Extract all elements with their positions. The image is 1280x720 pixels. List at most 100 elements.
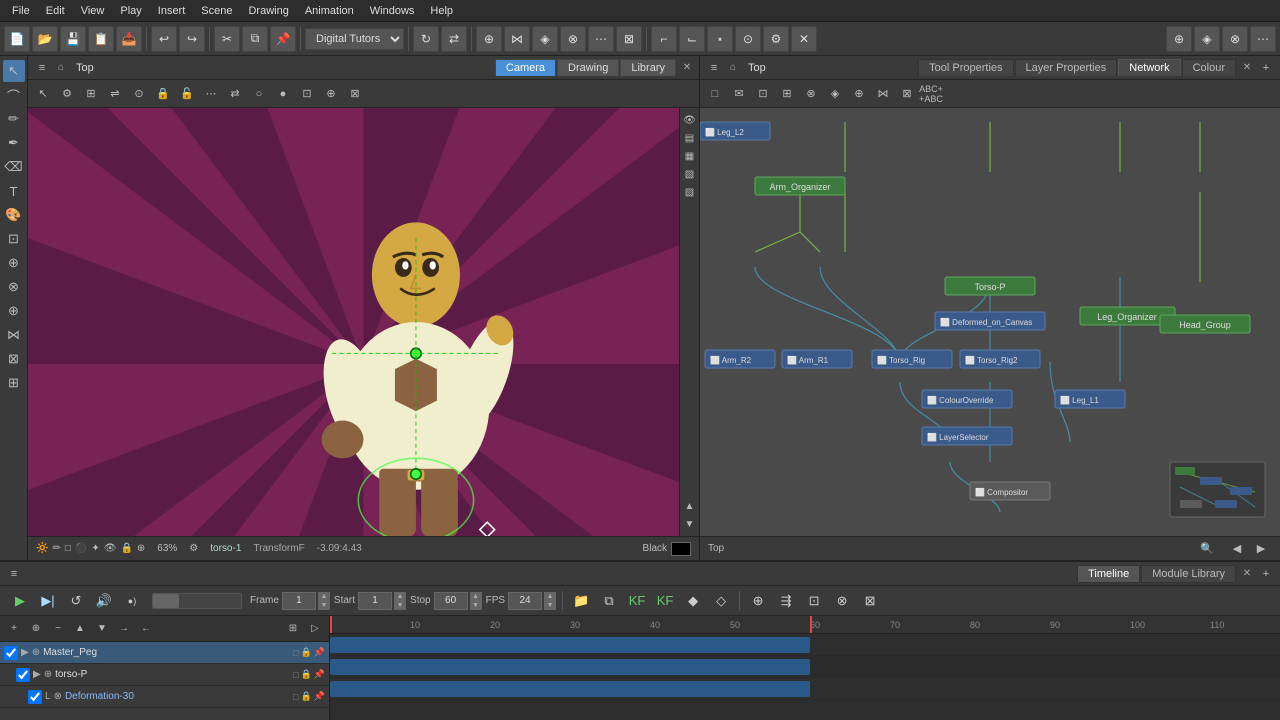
fps-input[interactable] — [508, 592, 542, 610]
add-layer-btn[interactable]: + — [4, 619, 24, 639]
layer-pin-master-peg[interactable]: 📌 — [314, 647, 325, 658]
ik-button[interactable]: ⌐ — [651, 26, 677, 52]
select-tool[interactable]: ↖ — [3, 60, 25, 82]
menu-scene[interactable]: Scene — [193, 3, 240, 19]
layer-v-deformation[interactable]: 🔒 — [301, 691, 312, 702]
bg-color-swatch[interactable] — [671, 542, 691, 556]
fps-spinner[interactable]: ▲ ▼ — [544, 592, 556, 610]
loop-button[interactable]: ↺ — [64, 589, 88, 613]
vp-grid-btn[interactable]: ⊞ — [80, 83, 102, 105]
extra-btn-2[interactable]: ◈ — [1194, 26, 1220, 52]
new-button[interactable]: 📄 — [4, 26, 30, 52]
folder-btn[interactable]: 📁 — [569, 589, 593, 613]
network-merge-btn[interactable]: ⊞ — [776, 83, 798, 105]
eraser-tool[interactable]: ⌫ — [3, 156, 25, 178]
canvas-scroll-up[interactable]: ▲ — [682, 498, 698, 514]
safe-motion-button[interactable]: ●) — [120, 589, 144, 613]
transform-button[interactable]: ⊕ — [476, 26, 502, 52]
snap-btn[interactable]: ⊡ — [802, 589, 826, 613]
deform-button[interactable]: ⊗ — [560, 26, 586, 52]
network-bone-btn[interactable]: ⊗ — [800, 83, 822, 105]
save-button[interactable]: 💾 — [60, 26, 86, 52]
start-input[interactable] — [358, 592, 392, 610]
move-up-btn[interactable]: ▲ — [70, 619, 90, 639]
layer-pin-torso-p[interactable]: 📌 — [314, 669, 325, 680]
vp-shadow-btn[interactable]: ● — [272, 83, 294, 105]
network-abc-btn[interactable]: ABC++ABC — [920, 83, 942, 105]
animate-button[interactable]: ◈ — [532, 26, 558, 52]
remove-keyframe-btn[interactable]: KF — [653, 589, 677, 613]
tab-tool-properties[interactable]: Tool Properties — [918, 59, 1013, 76]
import-button[interactable]: 📥 — [116, 26, 142, 52]
extra-btn-1[interactable]: ⊕ — [1166, 26, 1192, 52]
next-frame-button[interactable]: ▶| — [36, 589, 60, 613]
canvas-scroll-down[interactable]: ▼ — [682, 516, 698, 532]
timeline-expand-btn[interactable]: + — [1256, 564, 1276, 584]
rigging-button[interactable]: ⋈ — [504, 26, 530, 52]
vp-safe-frame-btn[interactable]: ⊠ — [344, 83, 366, 105]
timeline-close-btn[interactable]: ✕ — [1239, 566, 1255, 582]
right-search-btn[interactable]: 🔍 — [1196, 538, 1218, 560]
stop-input[interactable] — [434, 592, 468, 610]
pose-button[interactable]: ⋆ — [707, 26, 733, 52]
contour-tool[interactable]: ⌒ — [3, 84, 25, 106]
keyframe-ease-btn[interactable]: ◆ — [681, 589, 705, 613]
menu-edit[interactable]: Edit — [38, 3, 73, 19]
indent-btn[interactable]: → — [114, 619, 134, 639]
menu-drawing[interactable]: Drawing — [240, 3, 296, 19]
close-toolbar-btn[interactable]: ✕ — [791, 26, 817, 52]
extra-btn-3[interactable]: ⊗ — [1222, 26, 1248, 52]
extra-tl-1[interactable]: ⊗ — [830, 589, 854, 613]
frame-spin-down[interactable]: ▼ — [318, 601, 330, 610]
canvas-layer4-btn[interactable]: ▨ — [682, 184, 698, 200]
network-layer-btn[interactable]: ⊕ — [848, 83, 870, 105]
text-tool[interactable]: T — [3, 180, 25, 202]
extra-tl-2[interactable]: ⊠ — [858, 589, 882, 613]
tab-colour[interactable]: Colour — [1182, 59, 1236, 76]
cut-button[interactable]: ✂ — [214, 26, 240, 52]
eyedropper-tool[interactable]: ⊕ — [3, 252, 25, 274]
frame-spinner[interactable]: ▲ ▼ — [318, 592, 330, 610]
vp-transform-btn[interactable]: ⊕ — [320, 83, 342, 105]
outdent-btn[interactable]: ← — [136, 619, 156, 639]
layer-lock-deformation[interactable]: □ — [293, 692, 298, 702]
vp-onion-btn[interactable]: ⋯ — [200, 83, 222, 105]
add-sub-layer-btn[interactable]: ⊕ — [26, 619, 46, 639]
timeline-panel-menu[interactable]: ≡ — [4, 564, 24, 584]
paste-button[interactable]: 📌 — [270, 26, 296, 52]
stop-spin-up[interactable]: ▲ — [470, 592, 482, 601]
bucket-tool[interactable]: ⊡ — [3, 228, 25, 250]
stop-spin-down[interactable]: ▼ — [470, 601, 482, 610]
bone-button[interactable]: ⋯ — [588, 26, 614, 52]
flip-button[interactable]: ⇄ — [441, 26, 467, 52]
viewport-panel-menu[interactable]: ≡ — [32, 58, 52, 78]
layer-lock-master-peg[interactable]: □ — [293, 648, 298, 658]
sound-button[interactable]: 🔊 — [92, 589, 116, 613]
delete-layer-btn[interactable]: − — [48, 619, 68, 639]
add-keyframe-btn[interactable]: KF — [625, 589, 649, 613]
right-scroll-right[interactable]: ▶ — [1250, 538, 1272, 560]
brush-tool[interactable]: ✏ — [3, 108, 25, 130]
fps-spin-down[interactable]: ▼ — [544, 601, 556, 610]
layer-lock-torso-p[interactable]: □ — [293, 670, 298, 680]
workspace-dropdown[interactable]: Digital Tutors Default Compositing — [305, 28, 404, 50]
undo-button[interactable]: ↩ — [151, 26, 177, 52]
paint-tool[interactable]: 🎨 — [3, 204, 25, 226]
menu-file[interactable]: File — [4, 3, 38, 19]
network-deform-btn[interactable]: ⋈ — [872, 83, 894, 105]
menu-insert[interactable]: Insert — [150, 3, 194, 19]
start-spin-up[interactable]: ▲ — [394, 592, 406, 601]
canvas-layer2-btn[interactable]: ▦ — [682, 148, 698, 164]
scale-tool[interactable]: ⊞ — [3, 372, 25, 394]
pencil-tool[interactable]: ✒ — [3, 132, 25, 154]
vp-select-btn[interactable]: ↖ — [32, 83, 54, 105]
play-button[interactable]: ▶ — [8, 589, 32, 613]
layer-row-torso-p[interactable]: ▶ ⊕ torso-P □ 🔒 📌 — [0, 664, 329, 686]
network-fx-btn[interactable]: ⊠ — [896, 83, 918, 105]
pivot-tool[interactable]: ⊕ — [3, 300, 25, 322]
menu-animation[interactable]: Animation — [297, 3, 362, 19]
move-down-btn[interactable]: ▼ — [92, 619, 112, 639]
tab-layer-properties[interactable]: Layer Properties — [1015, 59, 1118, 76]
motion-btn[interactable]: ◇ — [709, 589, 733, 613]
layer-v-master-peg[interactable]: 🔒 — [301, 647, 312, 658]
